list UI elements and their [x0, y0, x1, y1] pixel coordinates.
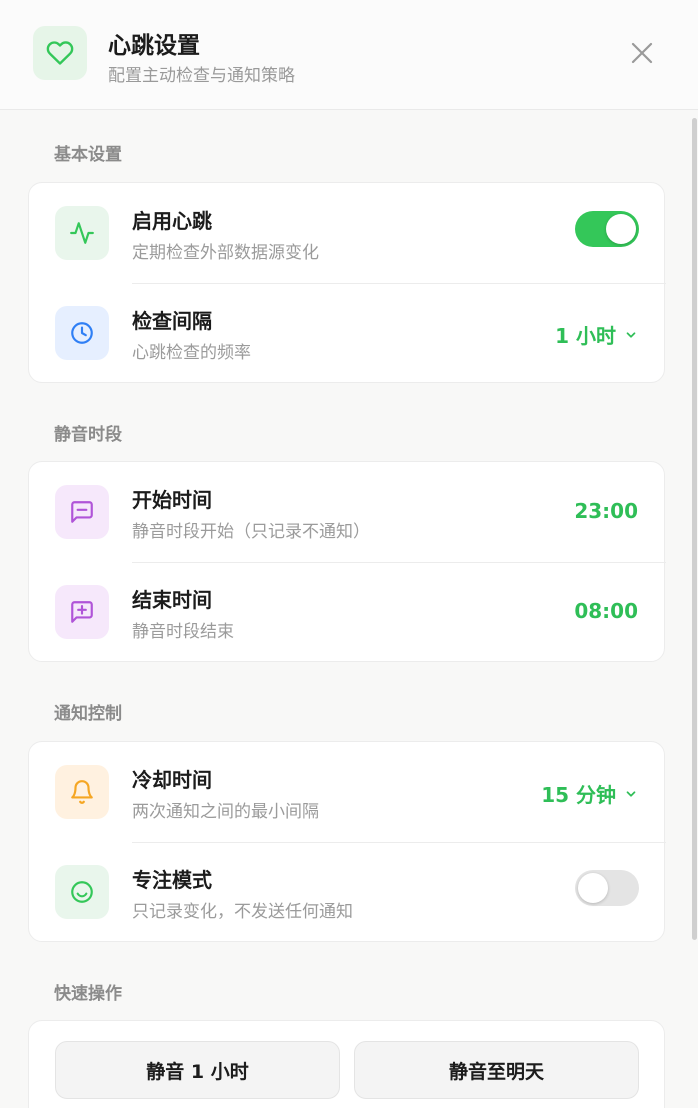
- check-interval-row: 检查间隔 心跳检查的频率 1 小时: [29, 283, 666, 383]
- section-label-quick: 快速操作: [54, 984, 122, 1004]
- basic-settings-card: 启用心跳 定期检查外部数据源变化 检查间隔 心跳检查的频率 1 小时: [28, 182, 666, 383]
- chevron-down-icon: [626, 790, 636, 797]
- toggle-knob: [578, 873, 608, 903]
- message-plus-icon: [55, 585, 109, 639]
- start-time-row[interactable]: 开始时间 静音时段开始（只记录不通知） 23:00: [29, 462, 666, 562]
- page-subtitle: 配置主动检查与通知策略: [108, 66, 295, 86]
- end-time-value[interactable]: 08:00: [574, 599, 638, 623]
- bell-icon: [55, 765, 109, 819]
- row-title: 启用心跳: [132, 209, 212, 233]
- section-label-notify: 通知控制: [54, 704, 122, 724]
- smile-icon: [55, 865, 109, 919]
- quiet-hours-card: 开始时间 静音时段开始（只记录不通知） 23:00 结束时间 静音时段结束 08…: [28, 461, 666, 662]
- cooldown-row: 冷却时间 两次通知之间的最小间隔 15 分钟: [29, 742, 666, 842]
- row-title: 专注模式: [132, 868, 212, 892]
- mute-1-hour-button[interactable]: 静音 1 小时: [55, 1041, 340, 1099]
- end-time-row[interactable]: 结束时间 静音时段结束 08:00: [29, 562, 666, 662]
- page-title: 心跳设置: [108, 33, 200, 59]
- clock-icon: [55, 306, 109, 360]
- row-title: 冷却时间: [132, 768, 212, 792]
- row-subtitle: 静音时段结束: [132, 622, 234, 642]
- interval-select[interactable]: 1 小时: [555, 320, 638, 349]
- row-title: 结束时间: [132, 588, 212, 612]
- row-subtitle: 两次通知之间的最小间隔: [132, 802, 319, 822]
- row-subtitle: 定期检查外部数据源变化: [132, 243, 319, 263]
- row-title: 开始时间: [132, 488, 212, 512]
- row-subtitle: 心跳检查的频率: [132, 343, 251, 363]
- mute-until-tomorrow-button[interactable]: 静音至明天: [354, 1041, 639, 1099]
- interval-value: 1 小时: [555, 324, 616, 348]
- close-button[interactable]: [626, 37, 658, 69]
- section-label-basic: 基本设置: [54, 145, 122, 165]
- row-subtitle: 只记录变化，不发送任何通知: [132, 902, 353, 922]
- section-label-quiet: 静音时段: [54, 425, 122, 445]
- header: 心跳设置 配置主动检查与通知策略: [0, 0, 698, 110]
- scrollbar[interactable]: [692, 118, 697, 940]
- divider: [132, 562, 666, 563]
- cooldown-select[interactable]: 15 分钟: [541, 779, 638, 808]
- heartbeat-settings-panel: 心跳设置 配置主动检查与通知策略 基本设置 启用心跳 定期检查外部数据源变化 检…: [0, 0, 698, 1108]
- quick-actions-card: 静音 1 小时 静音至明天: [28, 1020, 665, 1108]
- enable-heartbeat-toggle[interactable]: [575, 211, 639, 247]
- enable-heartbeat-row: 启用心跳 定期检查外部数据源变化: [29, 183, 666, 283]
- row-title: 检查间隔: [132, 309, 212, 333]
- toggle-knob: [606, 214, 636, 244]
- cooldown-value: 15 分钟: [541, 783, 616, 807]
- focus-mode-toggle[interactable]: [575, 870, 639, 906]
- heart-icon: [33, 26, 87, 80]
- chevron-down-icon: [626, 331, 636, 338]
- activity-icon: [55, 206, 109, 260]
- close-icon: [631, 42, 653, 64]
- message-minus-icon: [55, 485, 109, 539]
- divider: [132, 842, 666, 843]
- divider: [132, 283, 666, 284]
- focus-mode-row: 专注模式 只记录变化，不发送任何通知: [29, 842, 666, 942]
- row-subtitle: 静音时段开始（只记录不通知）: [132, 522, 370, 542]
- start-time-value[interactable]: 23:00: [574, 499, 638, 523]
- notification-control-card: 冷却时间 两次通知之间的最小间隔 15 分钟 专注模式 只记录变化，不发送任何通…: [28, 741, 666, 942]
